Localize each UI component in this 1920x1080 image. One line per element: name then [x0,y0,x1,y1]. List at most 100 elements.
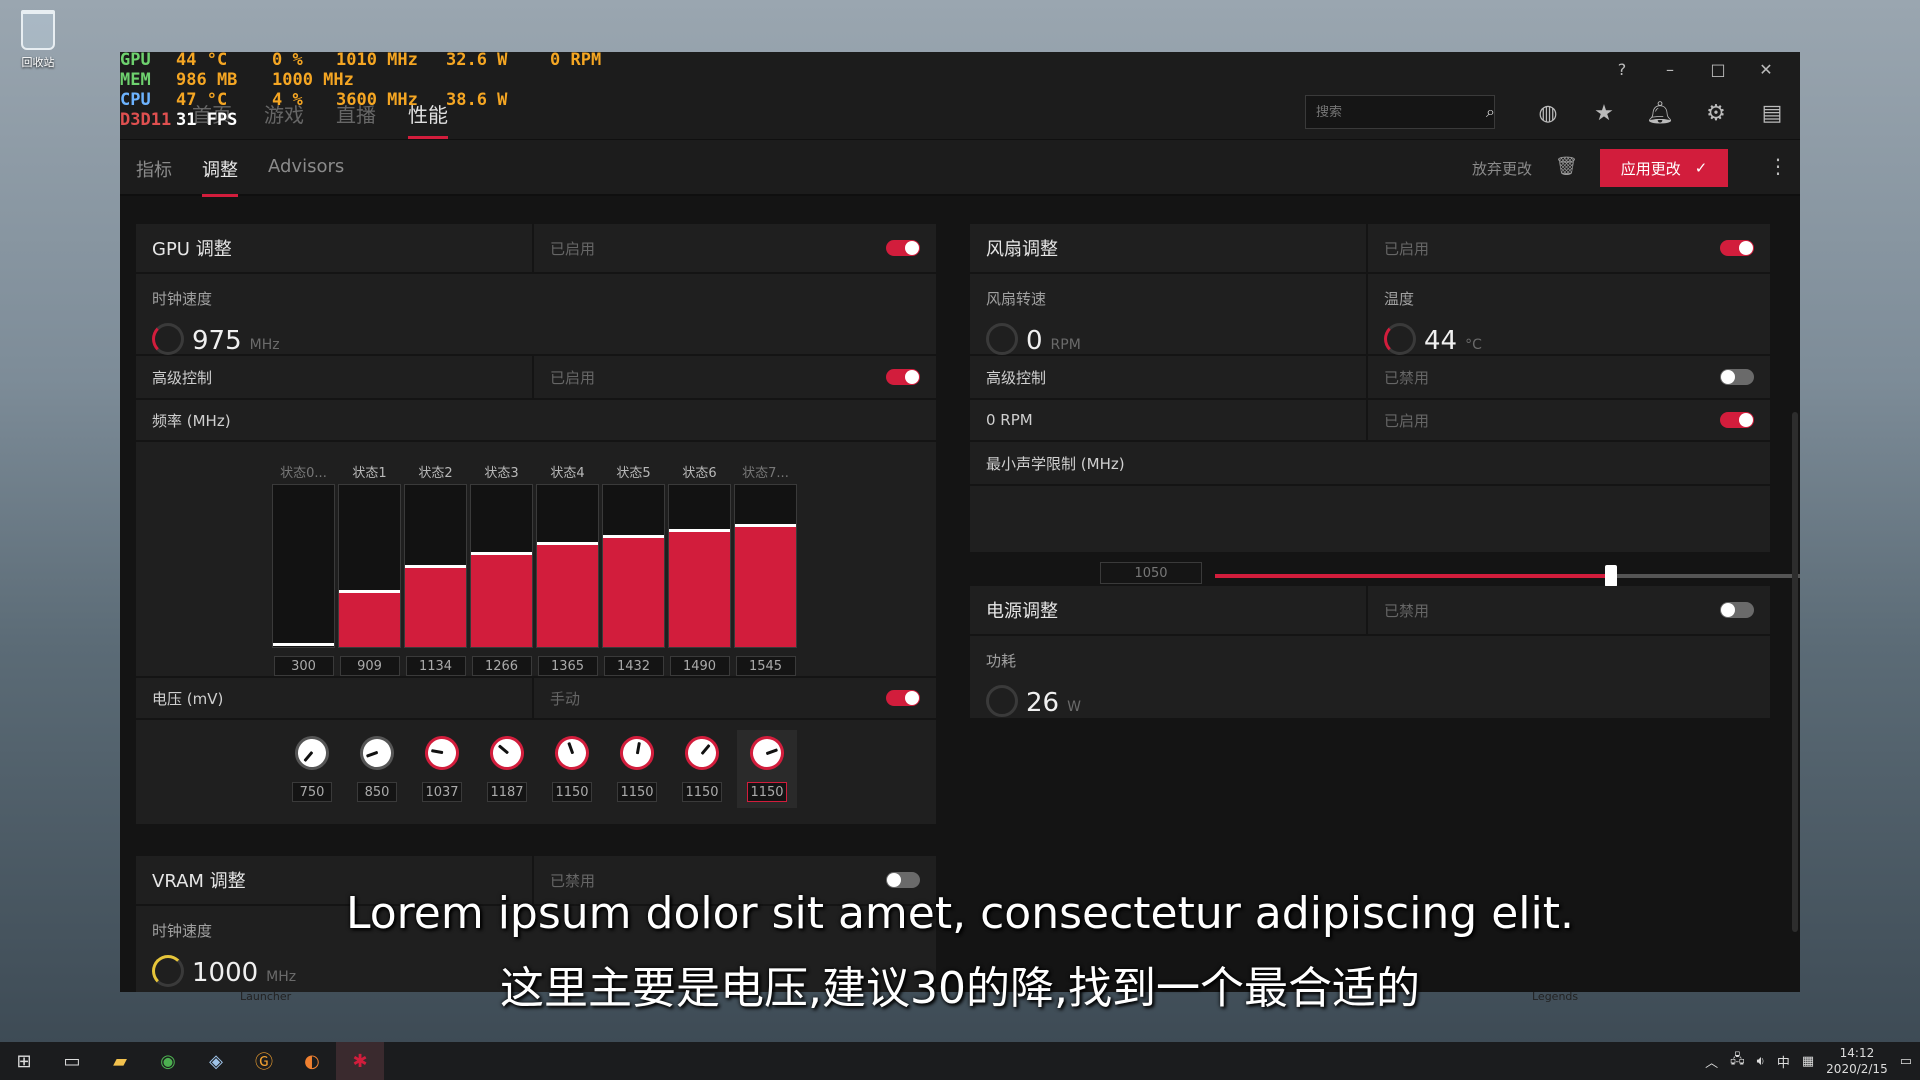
voltage-knob-6[interactable]: 1150 [672,729,732,808]
freq-state-fill[interactable] [669,528,730,647]
voltage-value[interactable]: 1187 [487,782,527,802]
help-icon[interactable]: ? [1598,52,1646,87]
freq-state-fill[interactable] [339,589,400,647]
freq-state-well[interactable] [734,484,797,648]
freq-state-value[interactable]: 1490 [669,656,730,676]
voltage-knob-0[interactable]: 750 [282,729,342,808]
freq-state-1[interactable]: 状态1 909 [338,462,401,676]
knob-dial-icon[interactable] [483,729,531,777]
freq-state-fill[interactable] [735,524,796,647]
freq-state-fill[interactable] [273,643,334,647]
more-options-icon[interactable]: ⋮ [1768,154,1788,178]
steam-icon[interactable]: ◈ [192,1042,240,1080]
freq-state-value[interactable]: 300 [273,656,334,676]
knob-dial-icon[interactable] [355,731,399,775]
close-button[interactable]: ✕ [1742,52,1790,87]
voltage-value[interactable]: 1150 [747,782,787,802]
trash-icon[interactable]: 🗑︎ [1555,156,1578,177]
app-orange-icon[interactable]: ◐ [288,1042,336,1080]
freq-state-well[interactable] [536,484,599,648]
volume-icon[interactable]: 🔉︎ [1757,1054,1765,1069]
freq-state-7[interactable]: 状态7... 1545 [734,462,797,676]
maximize-button[interactable]: □ [1694,52,1742,87]
gpu-tuning-toggle[interactable] [886,240,920,256]
freq-state-value[interactable]: 1266 [471,656,532,676]
recycle-bin-icon[interactable]: 回收站 [14,10,62,70]
freq-state-well[interactable] [602,484,665,648]
freq-state-well[interactable] [668,484,731,648]
power-tuning-toggle[interactable] [1720,602,1754,618]
star-icon[interactable]: ★ [1586,95,1622,131]
voltage-value[interactable]: 1150 [617,782,657,802]
tab-advisors[interactable]: Advisors [268,156,344,197]
freq-state-2[interactable]: 状态2 1134 [404,462,467,676]
network-icon[interactable]: 🖧︎ [1730,1050,1745,1072]
voltage-knob-4[interactable]: 1150 [542,730,602,808]
freq-state-4[interactable]: 状态4 1365 [536,462,599,676]
freq-state-value[interactable]: 1134 [405,656,466,676]
discard-changes-button[interactable]: 放弃更改 [1472,158,1532,179]
task-view-icon[interactable]: ▭ [48,1042,96,1080]
radeon-taskbar-icon[interactable]: ✱ [336,1042,384,1080]
voltage-toggle[interactable] [886,690,920,706]
freq-state-well[interactable] [272,484,335,648]
file-explorer-icon[interactable]: ▰ [96,1042,144,1080]
freq-state-value[interactable]: 1432 [603,656,664,676]
notification-icon[interactable]: ▭ [1900,1054,1912,1069]
tray-chevron-icon[interactable]: ︿ [1705,1052,1718,1071]
minimize-button[interactable]: – [1646,52,1694,87]
app-g-icon[interactable]: Ⓖ [240,1042,288,1080]
ime-indicator[interactable]: 中 [1777,1052,1790,1071]
voltage-value[interactable]: 750 [292,782,332,802]
tab-tuning[interactable]: 调整 [202,156,238,197]
keyboard-icon[interactable]: ▦ [1802,1054,1814,1069]
voltage-knob-2[interactable]: 1037 [412,730,472,808]
tab-metrics[interactable]: 指标 [136,156,172,197]
search-input[interactable] [1316,104,1486,120]
freq-state-3[interactable]: 状态3 1266 [470,462,533,676]
gpu-advanced-toggle[interactable] [886,369,920,385]
freq-state-well[interactable] [338,484,401,648]
knob-dial-icon[interactable] [745,731,789,775]
bell-icon[interactable]: 🔔︎ [1642,95,1678,131]
knob-dial-icon[interactable] [617,733,657,773]
voltage-knob-3[interactable]: 1187 [477,729,537,808]
freq-state-0[interactable]: 状态0... 300 [272,462,335,676]
freq-state-value[interactable]: 1545 [735,656,796,676]
voltage-value[interactable]: 1150 [682,782,722,802]
knob-dial-icon[interactable] [550,731,594,775]
voltage-knob-5[interactable]: 1150 [607,730,667,808]
knob-dial-icon[interactable] [422,733,462,773]
freq-state-fill[interactable] [603,535,664,647]
voltage-value[interactable]: 1150 [552,782,592,802]
apply-changes-button[interactable]: 应用更改 ✓ [1600,149,1728,187]
freq-state-5[interactable]: 状态5 1432 [602,462,665,676]
acoustic-limit-slider[interactable] [1215,565,1800,587]
freq-state-fill[interactable] [537,542,598,647]
knob-dial-icon[interactable] [678,729,726,777]
freq-state-well[interactable] [404,484,467,648]
freq-state-value[interactable]: 1365 [537,656,598,676]
chrome-icon[interactable]: ◉ [144,1042,192,1080]
freq-state-fill[interactable] [405,565,466,647]
vram-tuning-toggle[interactable] [886,872,920,888]
scrollbar[interactable] [1792,412,1798,932]
gear-icon[interactable]: ⚙ [1698,95,1734,131]
windows-start-icon[interactable]: ⊞ [0,1042,48,1080]
freq-state-well[interactable] [470,484,533,648]
acoustic-limit-value[interactable]: 1050 [1100,562,1202,584]
search-icon[interactable]: ⌕ [1486,102,1495,122]
voltage-value[interactable]: 1037 [422,782,462,802]
freq-state-fill[interactable] [471,551,532,647]
voltage-knob-7[interactable]: 1150 [737,730,797,808]
acoustic-slider-thumb[interactable] [1605,565,1617,587]
fan-tuning-toggle[interactable] [1720,240,1754,256]
sidebar-icon[interactable]: ▤ [1754,95,1790,131]
fan-advanced-toggle[interactable] [1720,369,1754,385]
zero-rpm-toggle[interactable] [1720,412,1754,428]
search-box[interactable]: ⌕ [1305,95,1495,129]
globe-icon[interactable]: ◍ [1530,95,1566,131]
freq-state-value[interactable]: 909 [339,656,400,676]
knob-dial-icon[interactable] [288,729,336,777]
clock[interactable]: 14:12 2020/2/15 [1826,1045,1888,1077]
